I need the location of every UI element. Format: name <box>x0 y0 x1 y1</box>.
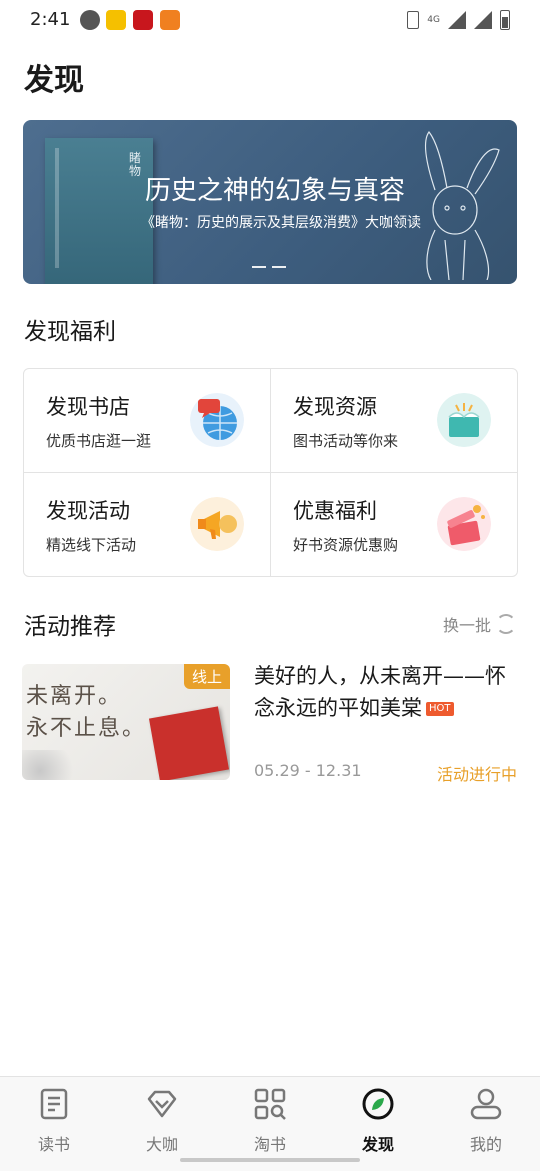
tab-book-shopping[interactable]: 淘书 <box>230 1087 310 1155</box>
welfare-item-title: 发现资源 <box>293 395 377 419</box>
banner-headline: 历史之神的幻象与真容 <box>145 176 406 206</box>
tab-label: 发现 <box>361 1135 394 1154</box>
welfare-item-resources[interactable]: 发现资源 图书活动等你来 <box>271 369 517 472</box>
red-book-image <box>148 706 230 780</box>
welfare-item-bookstore[interactable]: 发现书店 优质书店逛一逛 <box>24 369 270 472</box>
thumbnail-text-line2: 永不止息。 <box>26 716 147 741</box>
grid-search-icon <box>254 1088 286 1120</box>
hot-badge: HOT <box>426 702 454 716</box>
tab-discover[interactable]: 发现 <box>338 1087 418 1155</box>
home-indicator[interactable] <box>180 1158 360 1162</box>
gift-box-icon <box>437 497 491 551</box>
battery-icon <box>500 10 510 30</box>
rabbit-illustration <box>425 131 500 280</box>
banner-dot[interactable] <box>272 266 286 268</box>
book-cover-title: 睹物 <box>129 151 142 178</box>
welfare-item-title: 发现活动 <box>46 499 130 523</box>
activity-title-text: 美好的人，从未离开——怀念永远的平如美棠 <box>254 664 506 720</box>
book-cover-image: 睹物 <box>45 138 153 284</box>
person-icon <box>470 1088 502 1120</box>
tab-experts[interactable]: 大咖 <box>122 1087 202 1155</box>
activity-title[interactable]: 美好的人，从未离开——怀念永远的平如美棠 HOT <box>254 660 520 724</box>
welfare-item-title: 发现书店 <box>46 395 130 419</box>
activity-thumbnail[interactable]: 未离开。 永不止息。 线上 <box>22 664 230 780</box>
tab-label: 淘书 <box>253 1135 286 1154</box>
online-badge: 线上 <box>183 664 230 689</box>
vibrate-icon <box>407 11 420 29</box>
promo-banner[interactable]: 睹物 历史之神的幻象与真容 《睹物：历史的展示及其层级消费》大咖领读 <box>23 120 517 284</box>
refresh-icon <box>496 614 516 634</box>
activity-section-title: 活动推荐 <box>24 614 116 640</box>
open-book-icon <box>437 393 491 447</box>
banner-pagination[interactable] <box>252 266 286 268</box>
welfare-item-discounts[interactable]: 优惠福利 好书资源优惠购 <box>271 473 517 576</box>
refresh-label: 换一批 <box>442 616 491 635</box>
weibo-icon <box>106 10 126 30</box>
banner-dot[interactable] <box>252 266 266 268</box>
refresh-batch-button[interactable]: 换一批 <box>443 612 516 636</box>
welfare-item-activities[interactable]: 发现活动 精选线下活动 <box>24 473 270 576</box>
thumbnail-text-line1: 未离开。 <box>26 684 123 709</box>
tab-reading[interactable]: 读书 <box>14 1087 94 1155</box>
signal-icon <box>448 11 466 29</box>
tab-profile[interactable]: 我的 <box>446 1087 526 1155</box>
status-time: 2:41 <box>30 9 71 30</box>
status-bar: 2:41 4G <box>0 0 540 40</box>
bottom-tab-bar: 读书 大咖 淘书 发现 我的 <box>0 1076 540 1171</box>
welfare-section-title: 发现福利 <box>24 319 116 345</box>
signal-2-icon <box>474 11 492 29</box>
welfare-item-subtitle: 图书活动等你来 <box>293 432 399 450</box>
banner-subtitle: 《睹物：历史的展示及其层级消费》大咖领读 <box>141 215 421 231</box>
uc-browser-icon <box>160 10 180 30</box>
activity-status: 活动进行中 <box>436 765 517 784</box>
diamond-icon <box>147 1090 177 1118</box>
welfare-item-title: 优惠福利 <box>293 499 377 523</box>
message-icon <box>80 10 100 30</box>
tab-label: 大咖 <box>145 1135 178 1154</box>
welfare-item-subtitle: 优质书店逛一逛 <box>46 432 152 450</box>
megaphone-icon <box>190 497 244 551</box>
welfare-grid: 发现书店 优质书店逛一逛 发现资源 图书活动等你来 发现活动 精选线下活动 优惠… <box>23 368 518 577</box>
netease-icon <box>133 10 153 30</box>
tab-label: 读书 <box>37 1135 70 1154</box>
welfare-item-subtitle: 好书资源优惠购 <box>293 536 399 554</box>
globe-chat-icon <box>190 393 244 447</box>
page-title: 发现 <box>24 63 84 98</box>
network-type-label: 4G <box>427 15 440 25</box>
tab-label: 我的 <box>469 1135 502 1154</box>
welfare-item-subtitle: 精选线下活动 <box>46 536 137 554</box>
book-icon <box>40 1088 68 1120</box>
compass-icon <box>362 1088 394 1120</box>
activity-date: 05.29 - 12.31 <box>254 761 362 780</box>
